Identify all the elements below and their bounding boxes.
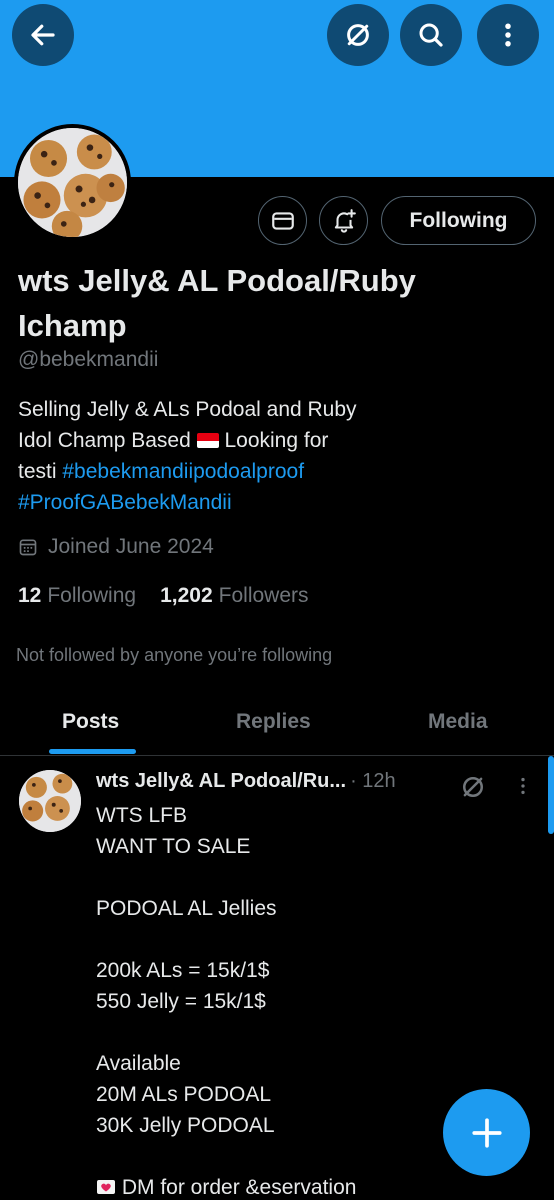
envelope-icon (271, 211, 294, 230)
profile-name-line2: Ichamp (18, 308, 127, 343)
love-letter-icon (97, 1180, 115, 1194)
profile-name-line1: wts Jelly& AL Podoal/Ruby (18, 263, 416, 298)
profile-tabs: Posts Replies Media (0, 690, 554, 756)
notify-button[interactable] (319, 196, 368, 245)
profile-handle: @bebekmandii (18, 348, 159, 371)
following-count: 12 (18, 584, 42, 607)
tab-replies[interactable]: Replies (236, 710, 311, 734)
hashtag-link[interactable]: #ProofGABebekMandii (18, 491, 232, 514)
joined-date: Joined June 2024 (18, 535, 214, 559)
post-time[interactable]: · 12h (350, 770, 396, 793)
tab-media[interactable]: Media (428, 710, 488, 734)
message-button[interactable] (258, 196, 307, 245)
more-vertical-icon (505, 23, 511, 47)
tab-posts[interactable]: Posts (62, 710, 119, 734)
cookie-avatar-image (19, 770, 81, 832)
post-more-icon[interactable] (512, 772, 534, 800)
post-line: WTS LFB (96, 804, 188, 827)
post-line: Available (96, 1052, 181, 1075)
bell-plus-icon (334, 208, 356, 233)
followers-link[interactable]: 1,202 Followers (160, 584, 308, 608)
calendar-icon (19, 539, 37, 556)
grok-icon[interactable] (458, 772, 488, 802)
follow-stats: 12 Following 1,202 Followers (18, 584, 309, 608)
post-author-name[interactable]: wts Jelly& AL Podoal/Ru... (96, 770, 346, 793)
post-line: PODOAL AL Jellies (96, 897, 277, 920)
hashtag-link[interactable]: #bebekmandiipodoalproof (62, 460, 304, 483)
bio-line2b: Looking for (224, 429, 329, 452)
post-line: WANT TO SALE (96, 835, 251, 858)
bio-line3a: testi (18, 460, 57, 483)
post-line (96, 924, 516, 955)
followers-count: 1,202 (160, 584, 213, 607)
grok-icon (347, 24, 369, 46)
not-followed-notice: Not followed by anyone you’re following (16, 645, 333, 665)
back-button[interactable] (12, 4, 74, 66)
active-tab-indicator (49, 749, 136, 754)
joined-text: Joined June 2024 (48, 535, 214, 558)
post-line: 200k ALs = 15k/1$ (96, 959, 270, 982)
following-button[interactable]: Following (381, 196, 536, 245)
profile-bio: Selling Jelly & ALs Podoal and Ruby Idol… (18, 394, 458, 518)
grok-button[interactable] (327, 4, 389, 66)
scrollbar-thumb[interactable] (548, 756, 554, 834)
post-line-last: DM for order &eservation (96, 1172, 516, 1200)
more-button[interactable] (477, 4, 539, 66)
following-label: Following (47, 584, 137, 607)
bio-line2a: Idol Champ Based (18, 429, 191, 452)
indonesia-flag-icon (196, 433, 219, 448)
profile-avatar[interactable] (14, 124, 131, 241)
compose-post-button[interactable] (443, 1089, 530, 1176)
bio-line1: Selling Jelly & ALs Podoal and Ruby (18, 398, 357, 421)
post-header: wts Jelly& AL Podoal/Ru... · 12h (96, 770, 396, 793)
profile-name: wts Jelly& AL Podoal/Ruby Ichamp (18, 258, 518, 348)
post-line: 550 Jelly = 15k/1$ (96, 990, 266, 1013)
cookie-avatar-image (18, 128, 127, 237)
post-author-avatar[interactable] (19, 770, 81, 832)
post-line-last-text: DM for order &eservation (121, 1176, 357, 1199)
following-link[interactable]: 12 Following (18, 584, 136, 608)
search-button[interactable] (400, 4, 462, 66)
arrow-left-icon (31, 24, 55, 46)
followers-label: Followers (218, 584, 309, 607)
post-line (96, 1017, 516, 1048)
post-line (96, 862, 516, 893)
search-icon (419, 23, 443, 47)
plus-icon (471, 1117, 502, 1148)
